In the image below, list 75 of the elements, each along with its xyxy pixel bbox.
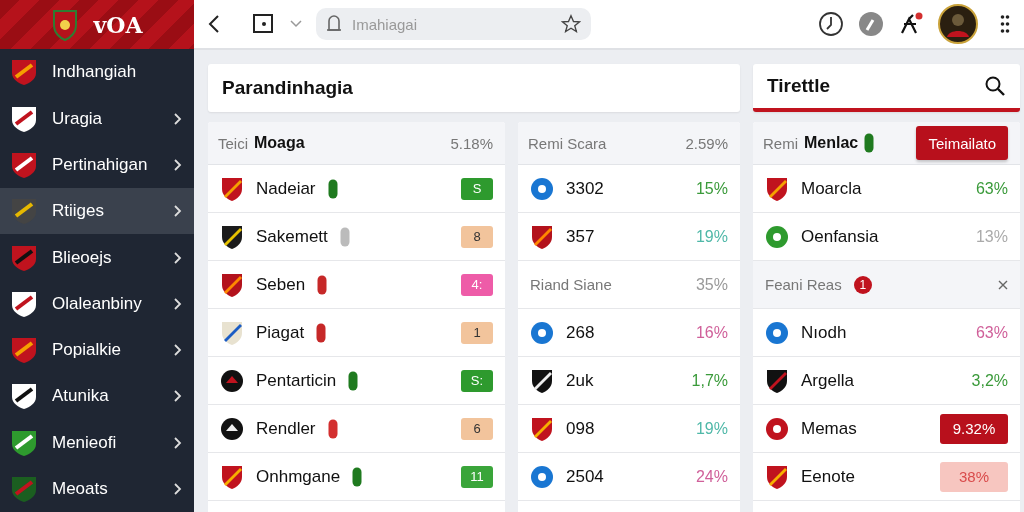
team-crest-icon xyxy=(220,416,244,441)
score-badge: 11 xyxy=(461,465,493,488)
address-input[interactable]: Imahiagai xyxy=(350,14,553,34)
sidebar-item[interactable]: Atunika xyxy=(0,373,194,420)
shield-crest-icon xyxy=(765,463,789,490)
card-title: Tirettle xyxy=(767,75,830,97)
team-crest-icon xyxy=(10,382,38,411)
shield-crest-icon xyxy=(765,367,789,394)
team-circle-icon xyxy=(530,464,554,489)
team-crest-icon xyxy=(10,150,38,179)
clock-button[interactable] xyxy=(818,11,844,37)
logo-text: vOA xyxy=(93,11,143,38)
shield-crest-icon xyxy=(220,175,244,202)
shield-crest-icon xyxy=(220,271,244,298)
header-label: Remi xyxy=(763,134,798,152)
team-crest-icon xyxy=(10,104,38,133)
team-crest-icon xyxy=(10,428,38,457)
team-crest-icon xyxy=(10,243,38,272)
team-crest-icon xyxy=(10,197,38,226)
team-crest-icon xyxy=(10,474,38,503)
score-badge: S xyxy=(461,177,493,200)
sidebar-item[interactable]: Menieofi xyxy=(0,419,194,466)
team-crest-icon xyxy=(10,289,38,318)
header-title: Moaga xyxy=(254,134,305,152)
team-crest-icon xyxy=(220,368,244,393)
action-button[interactable]: Teimailato xyxy=(916,126,1008,160)
back-button[interactable] xyxy=(208,14,220,34)
header-value: 2.59% xyxy=(685,134,728,152)
score-badge: 6 xyxy=(461,417,493,440)
sidebar-item[interactable]: Blieoejs xyxy=(0,234,194,281)
sidebar-item[interactable]: Rtiiges xyxy=(0,188,194,235)
shield-crest-icon xyxy=(530,223,554,250)
header-title: Menlac xyxy=(804,134,859,152)
score-badge: 8 xyxy=(461,225,493,248)
avatar-button[interactable] xyxy=(938,4,978,44)
sidebar-item[interactable]: Olaleanbiny xyxy=(0,280,194,327)
team-crest-icon xyxy=(10,336,38,365)
count-badge: 1 xyxy=(853,275,872,294)
group-label: Feani Reas xyxy=(765,276,842,293)
header-value: 5.18% xyxy=(450,134,493,152)
sidebar-item[interactable]: Indhangiah xyxy=(0,49,194,96)
team-circle-icon xyxy=(765,416,789,441)
more-menu-button[interactable] xyxy=(1000,13,1010,35)
team-circle-icon xyxy=(765,320,789,345)
sidebar-item[interactable]: Popialkie xyxy=(0,326,194,374)
card-title: Parandinhagia xyxy=(222,77,353,99)
value-badge: 9.32% xyxy=(940,413,1008,444)
status-pill-icon xyxy=(864,133,875,153)
score-badge: S: xyxy=(461,369,493,392)
header-label: Remi Scara xyxy=(528,134,607,152)
tab-square-button[interactable] xyxy=(252,12,276,36)
search-button[interactable] xyxy=(984,75,1006,97)
sidebar-item[interactable]: Pertinahigan xyxy=(0,141,194,189)
shield-crest-icon xyxy=(530,415,554,442)
shield-crest-icon xyxy=(220,223,244,250)
crest-icon xyxy=(51,7,80,42)
team-circle-icon xyxy=(765,224,789,249)
star-icon[interactable] xyxy=(561,14,581,34)
header-label: Teici xyxy=(218,134,248,152)
dropdown-caret-button[interactable] xyxy=(290,20,302,28)
value-badge: 38% xyxy=(940,461,1008,492)
sidebar-item[interactable]: Uragia xyxy=(0,95,194,142)
team-circle-icon xyxy=(530,176,554,201)
close-button[interactable] xyxy=(998,279,1008,290)
team-crest-icon xyxy=(10,58,38,87)
team-circle-icon xyxy=(530,320,554,345)
address-field[interactable]: Imahiagai xyxy=(316,8,591,40)
shield-crest-icon xyxy=(530,367,554,394)
score-badge: 1 xyxy=(461,321,493,344)
score-badge: 4: xyxy=(461,273,493,296)
sidebar-item[interactable]: Meoats xyxy=(0,465,194,512)
shield-crest-icon xyxy=(220,319,244,346)
shield-crest-icon xyxy=(220,463,244,490)
shield-crest-icon xyxy=(765,175,789,202)
bell-icon xyxy=(326,14,342,34)
